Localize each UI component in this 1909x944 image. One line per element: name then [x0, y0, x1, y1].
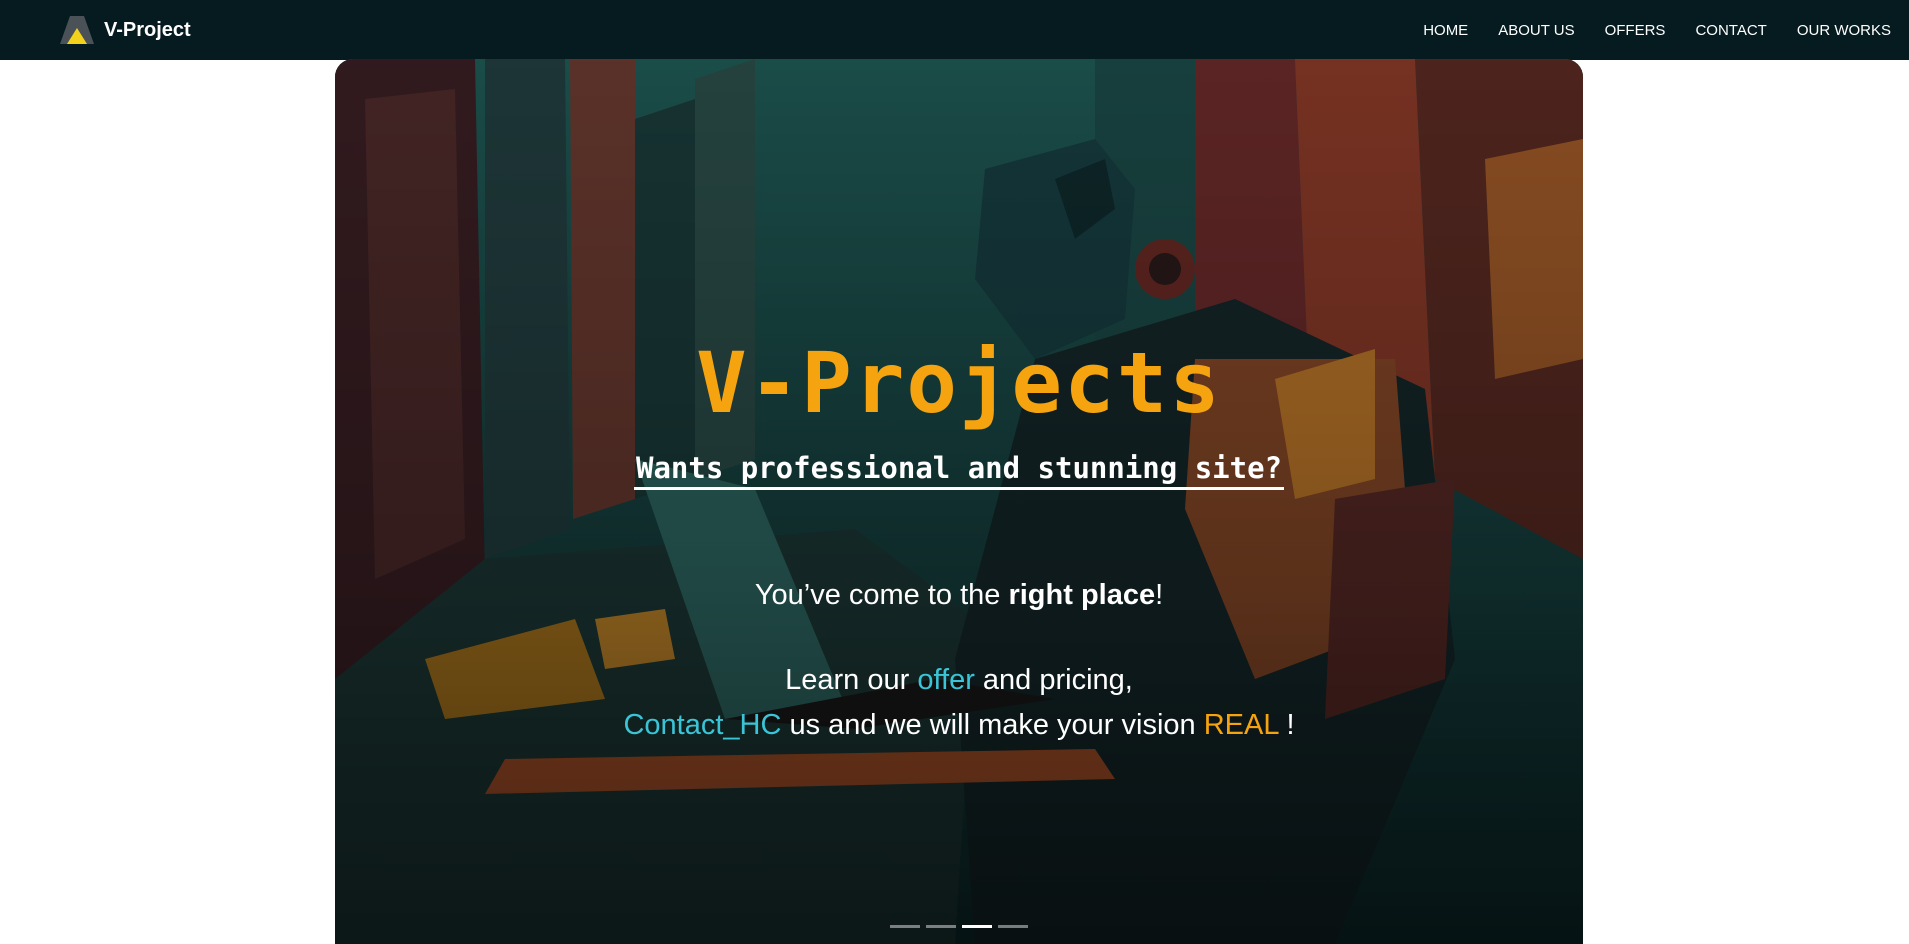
nav-links: HOME ABOUT US OFFERS CONTACT OUR WORKS — [1393, 22, 1891, 39]
hero-tagline: You’ve come to the right place! — [335, 579, 1583, 612]
contact-link[interactable]: Contact_HC — [623, 709, 781, 741]
offer-line-suffix: and pricing, — [974, 664, 1133, 696]
carousel-indicator-2[interactable] — [926, 925, 956, 928]
brand-name: V-Project — [104, 18, 191, 41]
contact-line-middle: us and we will make your vision — [781, 709, 1204, 741]
nav-link-home[interactable]: HOME — [1423, 22, 1468, 39]
offer-line-prefix: Learn our — [785, 664, 918, 696]
contact-line-suffix: ! — [1278, 709, 1295, 741]
nav-link-our-works[interactable]: OUR WORKS — [1797, 22, 1891, 39]
hero-content: V-Projects Wants professional and stunni… — [335, 59, 1583, 944]
tagline-prefix: You’ve come to the — [754, 579, 1009, 611]
tagline-suffix: ! — [1155, 579, 1164, 611]
carousel-indicator-3[interactable] — [962, 925, 992, 928]
brand[interactable]: V-Project — [60, 14, 191, 46]
hero-subtitle-wrap: Wants professional and stunning site? — [335, 451, 1583, 490]
hero-title: V-Projects — [696, 334, 1222, 432]
hero-carousel: V-Projects Wants professional and stunni… — [335, 59, 1583, 944]
offer-link[interactable]: offer — [917, 664, 975, 696]
real-accent: REAL — [1203, 709, 1279, 741]
hero-subtitle: Wants professional and stunning site? — [633, 451, 1284, 490]
carousel-indicator-4[interactable] — [998, 925, 1028, 928]
hero-contact-line: Contact_HC us and we will make your visi… — [335, 709, 1583, 742]
nav-link-contact[interactable]: CONTACT — [1695, 22, 1766, 39]
nav-link-about-us[interactable]: ABOUT US — [1498, 22, 1574, 39]
carousel-indicator-1[interactable] — [890, 925, 920, 928]
hero-offer-line: Learn our offer and pricing, — [335, 664, 1583, 697]
carousel-indicators — [335, 925, 1583, 928]
navbar: V-Project HOME ABOUT US OFFERS CONTACT O… — [0, 0, 1909, 60]
nav-link-offers[interactable]: OFFERS — [1605, 22, 1666, 39]
tagline-emphasis: right place — [1008, 579, 1156, 611]
triangle-logo-icon — [60, 16, 94, 44]
